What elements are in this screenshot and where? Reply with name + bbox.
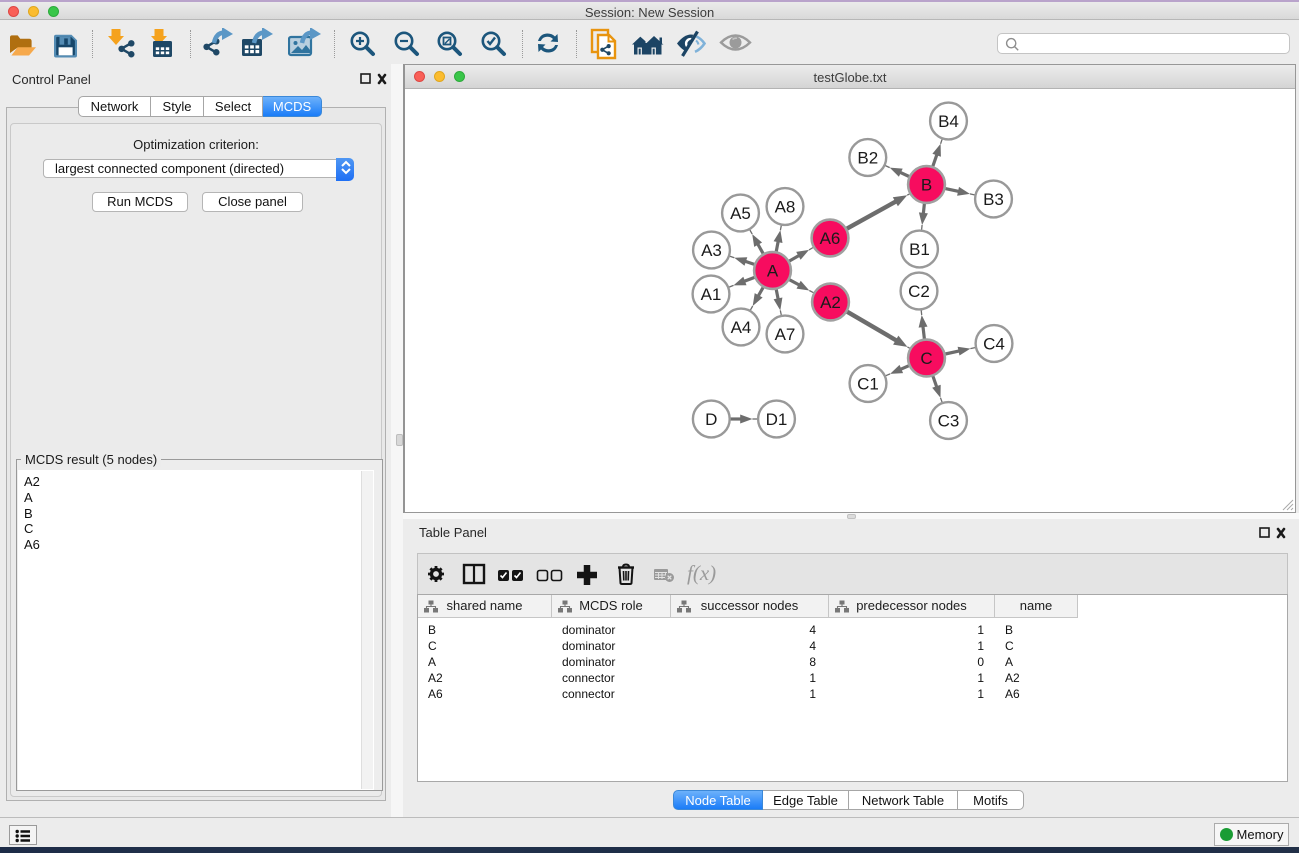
svg-text:A7: A7 bbox=[775, 325, 796, 344]
svg-text:B4: B4 bbox=[938, 112, 959, 131]
svg-text:A2: A2 bbox=[820, 293, 841, 312]
svg-text:A6: A6 bbox=[820, 229, 841, 248]
svg-text:A3: A3 bbox=[701, 241, 722, 260]
svg-text:D: D bbox=[705, 410, 717, 429]
svg-text:B1: B1 bbox=[909, 240, 930, 259]
svg-text:B: B bbox=[921, 176, 932, 195]
svg-text:A5: A5 bbox=[730, 204, 751, 223]
svg-text:A4: A4 bbox=[731, 318, 752, 337]
svg-text:C1: C1 bbox=[857, 375, 879, 394]
svg-text:B3: B3 bbox=[983, 190, 1004, 209]
svg-text:C2: C2 bbox=[908, 282, 930, 301]
svg-text:A8: A8 bbox=[775, 198, 796, 217]
svg-text:D1: D1 bbox=[766, 410, 788, 429]
svg-text:B2: B2 bbox=[857, 149, 878, 168]
svg-text:C4: C4 bbox=[983, 335, 1005, 354]
svg-text:C: C bbox=[920, 349, 932, 368]
svg-text:A1: A1 bbox=[701, 285, 722, 304]
svg-text:C3: C3 bbox=[938, 412, 960, 431]
svg-text:A: A bbox=[767, 262, 779, 281]
